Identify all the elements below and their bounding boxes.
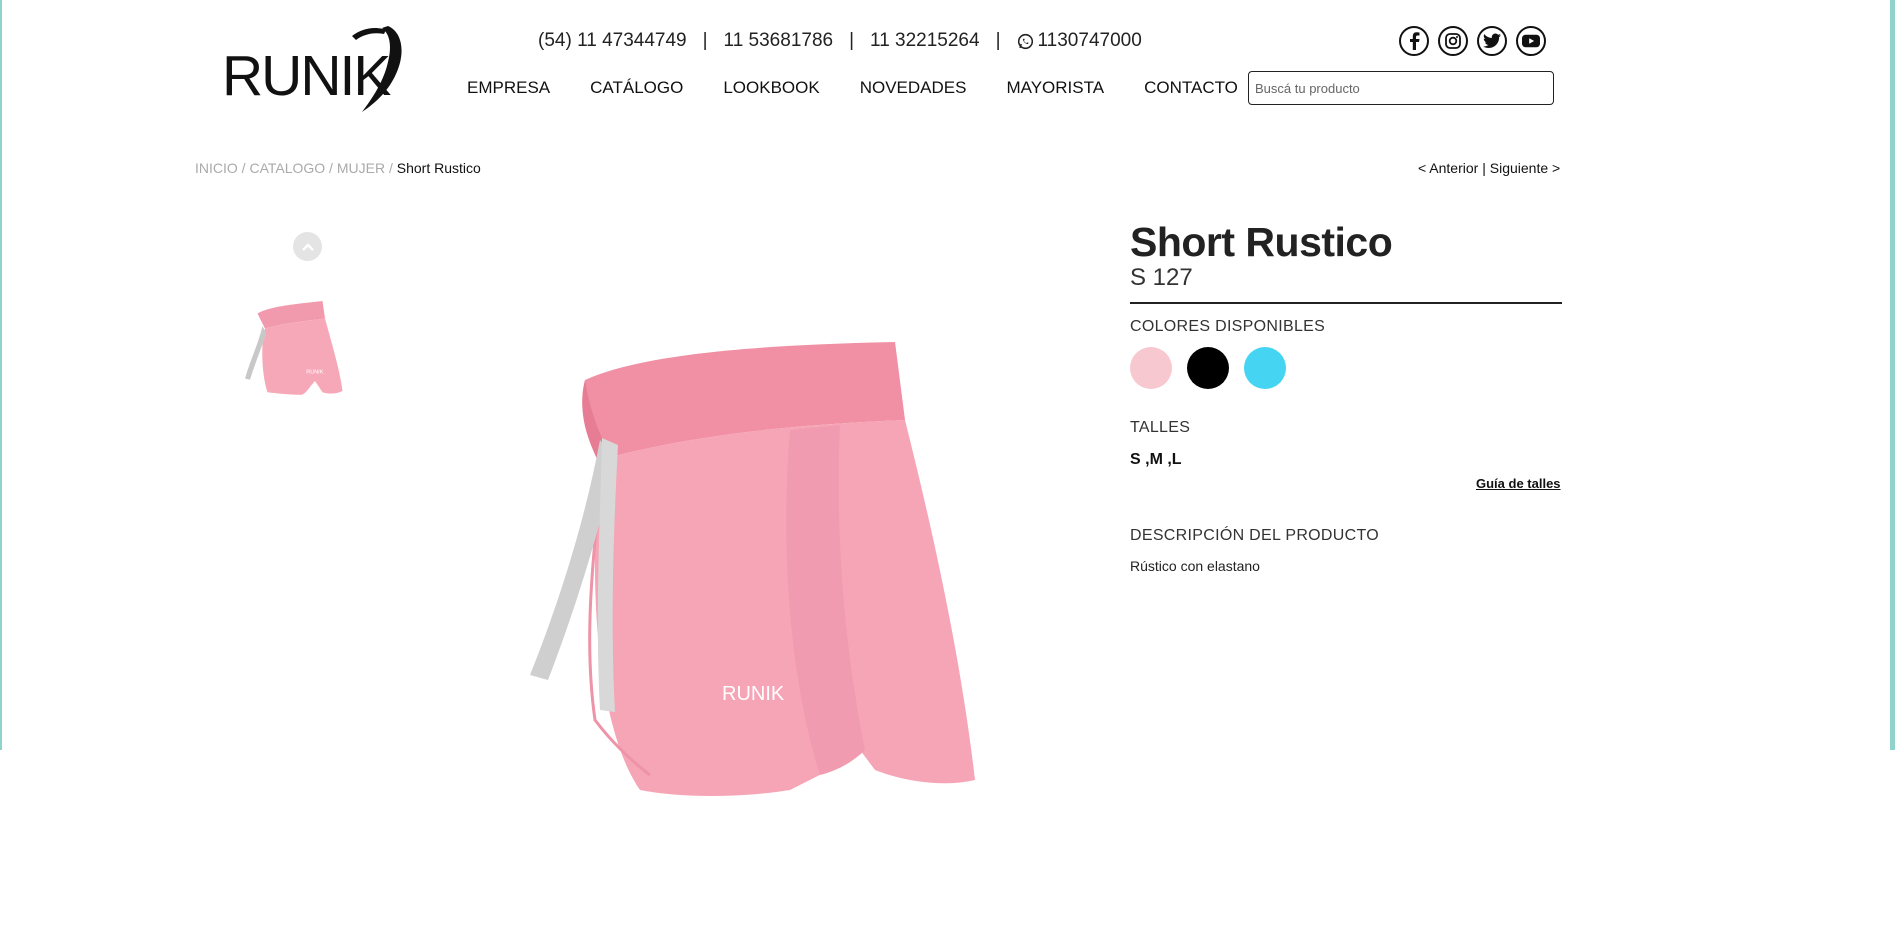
product-sku: S 127 <box>1130 264 1193 291</box>
nav-contacto[interactable]: CONTACTO <box>1144 78 1238 98</box>
breadcrumb-current: Short Rustico <box>396 160 481 176</box>
thumbnail-scroll-up-button[interactable] <box>293 232 322 261</box>
product-pager: < Anterior | Siguiente > <box>1418 160 1560 176</box>
product-title: Short Rustico <box>1130 219 1393 265</box>
youtube-icon <box>1522 34 1540 48</box>
sizes-label: TALLES <box>1130 419 1191 436</box>
pager-divider: | <box>1482 160 1486 176</box>
nav-empresa[interactable]: EMPRESA <box>467 78 550 98</box>
chevron-up-icon <box>301 242 314 251</box>
next-product-link[interactable]: Siguiente > <box>1490 160 1560 176</box>
main-image-brand-label: RUNIK <box>722 683 785 705</box>
youtube-link[interactable] <box>1516 26 1546 56</box>
description-label: DESCRIPCIÓN DEL PRODUCTO <box>1130 527 1380 544</box>
whatsapp-icon <box>1017 33 1033 49</box>
breadcrumb-inicio[interactable]: INICIO <box>195 160 238 176</box>
search-input[interactable] <box>1248 71 1554 105</box>
instagram-link[interactable] <box>1438 26 1468 56</box>
instagram-icon <box>1445 33 1461 49</box>
phone-number-1[interactable]: (54) 11 47344749 <box>538 30 687 52</box>
nav-lookbook[interactable]: LOOKBOOK <box>723 78 819 98</box>
brand-swoosh-icon <box>352 26 402 112</box>
phone-number-2[interactable]: 11 53681786 <box>724 30 834 52</box>
nav-catalogo[interactable]: CATÁLOGO <box>590 78 683 98</box>
twitter-icon <box>1483 33 1501 49</box>
product-main-image[interactable]: RUNIK <box>490 320 1010 800</box>
nav-mayorista[interactable]: MAYORISTA <box>1006 78 1104 98</box>
color-swatch-cyan[interactable] <box>1244 347 1286 389</box>
color-swatches <box>1130 347 1286 389</box>
social-links <box>1399 26 1546 56</box>
product-thumbnail[interactable]: RUNIK <box>240 292 370 420</box>
breadcrumb-separator: / <box>325 160 337 176</box>
whatsapp-number: 1130747000 <box>1037 30 1142 51</box>
breadcrumb-separator: / <box>385 160 397 176</box>
color-swatch-black[interactable] <box>1187 347 1229 389</box>
phone-numbers: (54) 11 47344749 | 11 53681786 | 11 3221… <box>538 26 1142 56</box>
color-swatch-pink[interactable] <box>1130 347 1172 389</box>
twitter-link[interactable] <box>1477 26 1507 56</box>
facebook-link[interactable] <box>1399 26 1429 56</box>
page-right-accent-line <box>1890 0 1895 750</box>
size-guide-link[interactable]: Guía de talles <box>1476 476 1561 491</box>
available-sizes: S ,M ,L <box>1130 451 1182 468</box>
nav-novedades[interactable]: NOVEDADES <box>860 78 967 98</box>
phone-separator: | <box>995 30 1001 51</box>
product-description: Rústico con elastano <box>1130 558 1260 574</box>
previous-product-link[interactable]: < Anterior <box>1418 160 1478 176</box>
thumbnail-brand-label: RUNIK <box>306 370 323 376</box>
phone-separator: | <box>849 30 855 51</box>
brand-logo[interactable]: RUNIK <box>222 22 407 112</box>
breadcrumb-catalogo[interactable]: CATALOGO <box>249 160 325 176</box>
whatsapp-contact[interactable]: 1130747000 <box>1017 30 1142 52</box>
phone-separator: | <box>702 30 708 51</box>
phone-number-3[interactable]: 11 32215264 <box>870 30 980 52</box>
title-divider <box>1130 302 1562 304</box>
breadcrumb: INICIO / CATALOGO / MUJER / Short Rustic… <box>195 160 481 176</box>
breadcrumb-separator: / <box>237 160 250 176</box>
breadcrumb-mujer[interactable]: MUJER <box>337 160 385 176</box>
page-left-accent-line <box>0 0 2 750</box>
main-nav: EMPRESA CATÁLOGO LOOKBOOK NOVEDADES MAYO… <box>467 78 1238 98</box>
facebook-icon <box>1410 32 1420 50</box>
colors-label: COLORES DISPONIBLES <box>1130 318 1326 335</box>
